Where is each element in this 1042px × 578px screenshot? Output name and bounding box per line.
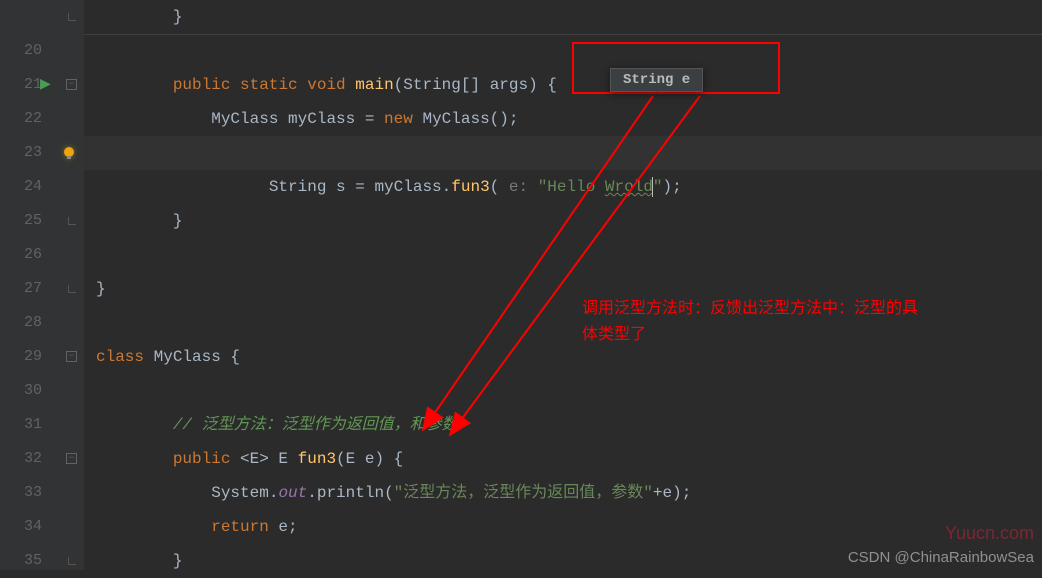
annotation-text: 调用泛型方法时：反馈出泛型方法中：泛型的具 体类型了 bbox=[582, 296, 918, 347]
watermark: Yuucn.com bbox=[945, 523, 1034, 544]
line-number: 28 bbox=[0, 306, 42, 340]
code-line[interactable]: return e; bbox=[84, 510, 1042, 544]
fold-toggle-icon[interactable]: − bbox=[66, 453, 77, 464]
code-line[interactable]: } bbox=[84, 0, 1042, 34]
line-number bbox=[0, 0, 42, 34]
code-editor: 20 21▶ 22 23 24 25 26 27 28 29 30 31 32 … bbox=[0, 0, 1042, 570]
code-line[interactable]: MyClass myClass = new MyClass(); bbox=[84, 102, 1042, 136]
intention-bulb-icon[interactable] bbox=[60, 142, 78, 160]
line-number: 24 bbox=[0, 170, 42, 204]
line-number: 33 bbox=[0, 476, 42, 510]
line-number: 20 bbox=[0, 34, 42, 68]
line-number: 32 bbox=[0, 442, 42, 476]
code-line-active[interactable]: String s = myClass.fun3( e: "Hello Wrold… bbox=[84, 136, 1042, 170]
fold-end-icon[interactable] bbox=[68, 13, 76, 21]
line-number: 22 bbox=[0, 102, 42, 136]
fold-end-icon[interactable] bbox=[68, 217, 76, 225]
line-number: 30 bbox=[0, 374, 42, 408]
line-number: 31 bbox=[0, 408, 42, 442]
code-line[interactable] bbox=[84, 34, 1042, 68]
code-area[interactable]: } public static void main(String[] args)… bbox=[84, 0, 1042, 570]
line-number-gutter: 20 21▶ 22 23 24 25 26 27 28 29 30 31 32 … bbox=[0, 0, 60, 570]
code-line[interactable]: // 泛型方法：泛型作为返回值，和参数 bbox=[84, 408, 1042, 442]
run-gutter-icon[interactable]: ▶ bbox=[40, 68, 51, 102]
fold-end-icon[interactable] bbox=[68, 285, 76, 293]
line-number: 23 bbox=[0, 136, 42, 170]
line-number: 27 bbox=[0, 272, 42, 306]
line-number: 34 bbox=[0, 510, 42, 544]
fold-end-icon[interactable] bbox=[68, 557, 76, 565]
line-number: 26 bbox=[0, 238, 42, 272]
line-number: 21▶ bbox=[0, 68, 42, 102]
fold-toggle-icon[interactable]: − bbox=[66, 79, 77, 90]
code-line[interactable] bbox=[84, 374, 1042, 408]
code-line[interactable]: public static void main(String[] args) { bbox=[84, 68, 1042, 102]
code-line[interactable]: public <E> E fun3(E e) { bbox=[84, 442, 1042, 476]
code-line[interactable] bbox=[84, 238, 1042, 272]
line-number: 25 bbox=[0, 204, 42, 238]
fold-gutter: − − − bbox=[60, 0, 84, 570]
parameter-info-tooltip: String e bbox=[610, 68, 703, 92]
fold-toggle-icon[interactable]: − bbox=[66, 351, 77, 362]
line-number: 35 bbox=[0, 544, 42, 578]
line-number: 29 bbox=[0, 340, 42, 374]
code-line[interactable]: System.out.println("泛型方法，泛型作为返回值，参数"+e); bbox=[84, 476, 1042, 510]
code-line[interactable] bbox=[84, 170, 1042, 204]
watermark: CSDN @ChinaRainbowSea bbox=[848, 549, 1034, 566]
code-line[interactable]: } bbox=[84, 204, 1042, 238]
